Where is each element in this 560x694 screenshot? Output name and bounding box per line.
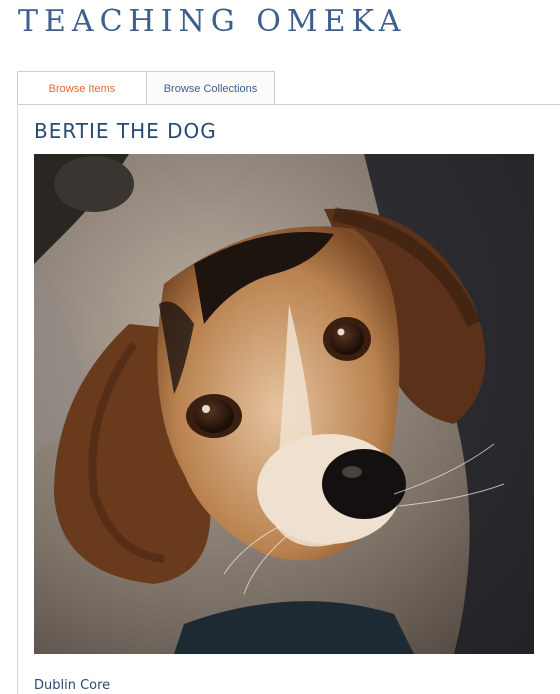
tab-browse-collections[interactable]: Browse Collections xyxy=(146,71,275,105)
dog-photo-illustration xyxy=(34,154,534,654)
tab-browse-collections-label[interactable]: Browse Collections xyxy=(164,83,258,95)
main-nav: Browse Items Browse Collections xyxy=(17,71,560,105)
tab-browse-items[interactable]: Browse Items xyxy=(17,71,147,105)
site-title[interactable]: TEACHING OMEKA xyxy=(18,4,406,39)
item-image[interactable] xyxy=(34,154,534,654)
content-border xyxy=(17,104,18,694)
dublin-core-heading: Dublin Core xyxy=(34,678,111,693)
item-title: BERTIE THE DOG xyxy=(34,119,217,143)
tab-browse-items-label[interactable]: Browse Items xyxy=(49,83,116,95)
nav-divider xyxy=(17,104,560,105)
